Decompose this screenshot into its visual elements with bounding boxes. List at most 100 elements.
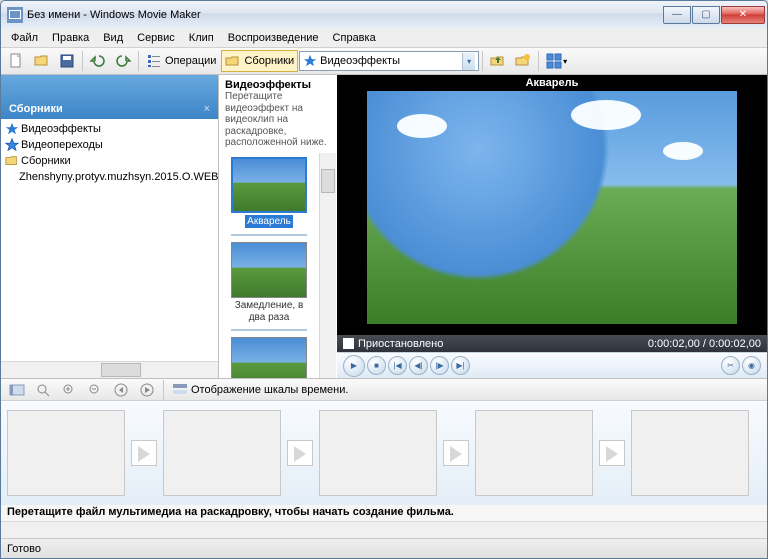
preview-time: 0:00:02,00 / 0:00:02,00 bbox=[648, 338, 761, 350]
toolbar: Операции Сборники Видеоэффекты ▾ ▾ bbox=[1, 47, 767, 75]
play-timeline-button[interactable] bbox=[135, 379, 159, 401]
transport-controls: ▶ ■ |◀ ◀| |▶ ▶| ✂ ◉ bbox=[337, 352, 767, 378]
effects-title: Видеоэффекты bbox=[225, 79, 331, 91]
star-alt-icon bbox=[5, 138, 19, 152]
window-controls: — ▢ ✕ bbox=[662, 6, 765, 24]
storyboard-slot[interactable] bbox=[475, 410, 593, 496]
cloud-shape bbox=[663, 142, 703, 160]
tree-label: Zhenshyny.protyv.muzhsyn.2015.O.WEB-DLRi… bbox=[19, 171, 218, 183]
minimize-button[interactable]: — bbox=[663, 6, 691, 24]
preview-pane: Акварель Приостановлено 0:00:02,00 / 0:0… bbox=[337, 75, 767, 378]
timeline-toggle-button[interactable] bbox=[5, 379, 29, 401]
transition-slot[interactable] bbox=[599, 440, 625, 466]
tree-item-video-effects[interactable]: Видеоэффекты bbox=[3, 121, 216, 137]
new-button[interactable] bbox=[5, 50, 29, 72]
folder-icon bbox=[5, 154, 19, 168]
rewind-button[interactable] bbox=[109, 379, 133, 401]
menu-help[interactable]: Справка bbox=[327, 31, 382, 45]
storyboard-area: Отображение шкалы времени. Перетащите фа… bbox=[1, 378, 767, 538]
effect-item[interactable] bbox=[231, 337, 307, 378]
storyboard-slot[interactable] bbox=[319, 410, 437, 496]
timeline-view-button[interactable]: Отображение шкалы времени. bbox=[168, 379, 352, 401]
collections-pane: Сборники × Видеоэффекты Видеопереходы Сб… bbox=[1, 75, 219, 378]
scrollbar-thumb[interactable] bbox=[101, 363, 141, 377]
chevron-down-icon[interactable]: ▾ bbox=[462, 53, 475, 70]
menu-view[interactable]: Вид bbox=[97, 31, 129, 45]
transition-slot[interactable] bbox=[287, 440, 313, 466]
effect-label: Замедление, в два раза bbox=[231, 300, 307, 323]
separator bbox=[538, 51, 539, 71]
effect-item-slowdown[interactable]: Замедление, в два раза bbox=[231, 242, 307, 323]
snapshot-button[interactable]: ◉ bbox=[742, 356, 761, 375]
zoom-out-button[interactable] bbox=[83, 379, 107, 401]
stop-icon bbox=[343, 338, 354, 349]
preview-monitor[interactable]: Акварель Приостановлено 0:00:02,00 / 0:0… bbox=[337, 75, 767, 352]
tree-item-video-transitions[interactable]: Видеопереходы bbox=[3, 137, 216, 153]
tree-item-media-file[interactable]: Zhenshyny.protyv.muzhsyn.2015.O.WEB-DLRi… bbox=[3, 169, 216, 185]
menu-clip[interactable]: Клип bbox=[183, 31, 220, 45]
effects-list-pane: Видеоэффекты Перетащите видеоэффект на в… bbox=[219, 75, 337, 378]
effect-thumbnail bbox=[231, 242, 307, 298]
play-button[interactable]: ▶ bbox=[343, 355, 365, 377]
maximize-button[interactable]: ▢ bbox=[692, 6, 720, 24]
transition-slot[interactable] bbox=[131, 440, 157, 466]
window-title: Без имени - Windows Movie Maker bbox=[27, 9, 662, 21]
prev-button[interactable]: |◀ bbox=[388, 356, 407, 375]
titlebar[interactable]: Без имени - Windows Movie Maker — ▢ ✕ bbox=[1, 1, 767, 28]
timeline-view-label: Отображение шкалы времени. bbox=[191, 384, 348, 396]
step-fwd-button[interactable]: |▶ bbox=[430, 356, 449, 375]
menu-file[interactable]: Файл bbox=[5, 31, 44, 45]
storyboard-toolbar: Отображение шкалы времени. bbox=[1, 379, 767, 401]
save-button[interactable] bbox=[55, 50, 79, 72]
effect-label: Акварель bbox=[245, 215, 293, 229]
next-button[interactable]: ▶| bbox=[451, 356, 470, 375]
vscrollbar[interactable] bbox=[319, 153, 336, 379]
menu-playback[interactable]: Воспроизведение bbox=[222, 31, 325, 45]
redo-button[interactable] bbox=[111, 50, 135, 72]
operations-button[interactable]: Операции bbox=[142, 50, 220, 72]
effect-item-aquarelle[interactable]: Акварель bbox=[231, 157, 307, 229]
effects-combo[interactable]: Видеоэффекты ▾ bbox=[299, 51, 479, 71]
zoom-fit-button[interactable] bbox=[31, 379, 55, 401]
statusbar: Готово bbox=[1, 538, 767, 558]
app-icon bbox=[7, 7, 23, 23]
storyboard-slot[interactable] bbox=[7, 410, 125, 496]
up-folder-button[interactable] bbox=[486, 50, 510, 72]
effects-subtitle: Перетащите видеоэффект на видеоклип на р… bbox=[225, 91, 331, 149]
open-button[interactable] bbox=[30, 50, 54, 72]
collections-button[interactable]: Сборники bbox=[221, 50, 298, 72]
zoom-in-button[interactable] bbox=[57, 379, 81, 401]
new-folder-button[interactable] bbox=[511, 50, 535, 72]
close-pane-button[interactable]: × bbox=[204, 103, 210, 115]
effects-grid: Акварель Замедление, в два раза bbox=[219, 153, 337, 379]
tree-item-collections[interactable]: Сборники bbox=[3, 153, 216, 169]
separator bbox=[482, 51, 483, 71]
transition-slot[interactable] bbox=[443, 440, 469, 466]
effects-list[interactable]: Акварель Замедление, в два раза bbox=[219, 153, 319, 379]
operations-label: Операции bbox=[165, 55, 216, 67]
storyboard-slot[interactable] bbox=[631, 410, 749, 496]
step-back-button[interactable]: ◀| bbox=[409, 356, 428, 375]
stop-button[interactable]: ■ bbox=[367, 356, 386, 375]
tree-label: Сборники bbox=[21, 155, 71, 167]
collections-tree[interactable]: Видеоэффекты Видеопереходы Сборники Zhen… bbox=[1, 119, 218, 361]
preview-status: Приостановлено bbox=[358, 338, 443, 350]
hscrollbar[interactable] bbox=[1, 521, 767, 538]
view-button[interactable]: ▾ bbox=[542, 50, 571, 72]
undo-button[interactable] bbox=[86, 50, 110, 72]
effect-thumbnail bbox=[231, 157, 307, 213]
menu-edit[interactable]: Правка bbox=[46, 31, 95, 45]
storyboard-slot[interactable] bbox=[163, 410, 281, 496]
cloud-shape bbox=[571, 100, 641, 130]
close-button[interactable]: ✕ bbox=[721, 6, 765, 24]
preview-effect-name: Акварель bbox=[526, 77, 579, 89]
separator bbox=[138, 51, 139, 71]
pane-header: Сборники × bbox=[1, 75, 218, 119]
star-icon bbox=[5, 122, 19, 136]
scrollbar-thumb[interactable] bbox=[321, 169, 335, 193]
hscrollbar[interactable] bbox=[1, 361, 218, 378]
split-button[interactable]: ✂ bbox=[721, 356, 740, 375]
storyboard[interactable] bbox=[1, 401, 767, 505]
effect-thumbnail bbox=[231, 337, 307, 378]
menu-service[interactable]: Сервис bbox=[131, 31, 181, 45]
